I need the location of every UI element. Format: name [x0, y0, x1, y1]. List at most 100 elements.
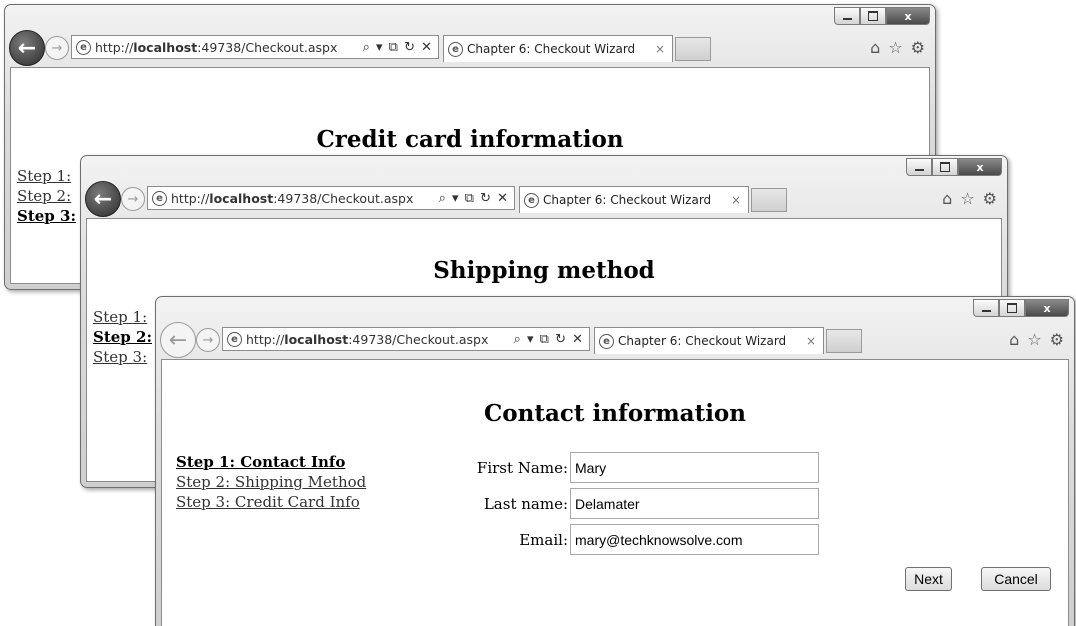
back-arrow-icon[interactable]: ←: [85, 181, 121, 217]
address-bar[interactable]: e http://localhost:49738/Checkout.aspx ⌕…: [222, 327, 590, 351]
close-window-button[interactable]: x: [1025, 299, 1069, 317]
address-tools[interactable]: ⌕ ▾ ⧉ ↻ ✕: [439, 191, 514, 206]
wizard-steps: Step 1: Step 2: Step 3:: [17, 166, 76, 226]
email-row: Email:: [438, 524, 819, 555]
page-title: Contact information: [483, 400, 746, 427]
page-content: Contact information Step 1: Contact Info…: [161, 359, 1069, 626]
maximize-button[interactable]: [999, 299, 1025, 317]
back-arrow-icon[interactable]: ←: [9, 30, 45, 66]
wizard-steps: Step 1: Step 2: Step 3:: [93, 307, 152, 367]
address-tools[interactable]: ⌕ ▾ ⧉ ↻ ✕: [363, 40, 438, 55]
ie-logo-icon: e: [76, 39, 91, 55]
close-window-button[interactable]: x: [886, 7, 930, 25]
tab-checkout-wizard[interactable]: e Chapter 6: Checkout Wizard ×: [443, 35, 673, 62]
ie-logo-icon: e: [448, 41, 463, 57]
close-window-button[interactable]: x: [958, 158, 1002, 176]
address-tools[interactable]: ⌕ ▾ ⧉ ↻ ✕: [514, 332, 589, 347]
tab-title: Chapter 6: Checkout Wizard: [543, 193, 712, 207]
new-tab-button[interactable]: [751, 188, 787, 212]
home-icon[interactable]: ⌂: [870, 38, 880, 57]
email-field[interactable]: [570, 524, 819, 555]
home-icon[interactable]: ⌂: [1009, 330, 1019, 349]
first-name-row: First Name:: [438, 452, 819, 483]
last-name-row: Last name:: [438, 488, 819, 519]
ie-logo-icon: e: [152, 190, 167, 206]
forward-arrow-icon[interactable]: →: [196, 328, 220, 352]
cancel-button[interactable]: Cancel: [981, 567, 1051, 591]
browser-navbar: ← → e http://localhost:49738/Checkout.as…: [160, 322, 1070, 358]
minimize-button[interactable]: [973, 299, 999, 317]
maximize-icon: [940, 162, 950, 172]
forward-arrow-icon[interactable]: →: [121, 187, 145, 211]
home-icon[interactable]: ⌂: [942, 189, 952, 208]
wizard-steps: Step 1: Contact Info Step 2: Shipping Me…: [176, 452, 366, 512]
star-icon[interactable]: ☆: [888, 38, 902, 57]
tab-checkout-wizard[interactable]: e Chapter 6: Checkout Wizard ×: [594, 327, 824, 354]
tab-title: Chapter 6: Checkout Wizard: [467, 42, 636, 56]
step-link-1[interactable]: Step 1:: [17, 166, 76, 186]
address-bar[interactable]: e http://localhost:49738/Checkout.aspx ⌕…: [147, 186, 515, 210]
last-name-label: Last name:: [483, 494, 568, 513]
url-prefix: http://: [171, 190, 210, 206]
url-host: localhost: [133, 39, 198, 55]
tab-checkout-wizard[interactable]: e Chapter 6: Checkout Wizard ×: [519, 186, 749, 213]
url-host: localhost: [209, 190, 274, 206]
url-prefix: http://: [246, 331, 285, 347]
browser-window-contact: x ← → e http://localhost:49738/Checkout.…: [155, 296, 1075, 626]
step-link-shipping-method[interactable]: Step 2: Shipping Method: [176, 472, 366, 492]
new-tab-button[interactable]: [826, 329, 862, 353]
close-tab-icon[interactable]: ×: [655, 42, 665, 56]
star-icon[interactable]: ☆: [960, 189, 974, 208]
email-label: Email:: [519, 530, 568, 549]
back-arrow-icon[interactable]: ←: [160, 322, 196, 358]
next-button[interactable]: Next: [905, 567, 952, 591]
maximize-icon: [868, 11, 878, 21]
ie-logo-icon: e: [599, 333, 614, 349]
gear-icon[interactable]: ⚙: [911, 38, 925, 57]
close-tab-icon[interactable]: ×: [806, 334, 816, 348]
forward-arrow-icon[interactable]: →: [45, 36, 69, 60]
window-caption-buttons: x: [973, 299, 1069, 317]
minimize-button[interactable]: [906, 158, 932, 176]
close-tab-icon[interactable]: ×: [731, 193, 741, 207]
url-rest: :49738/Checkout.aspx: [273, 190, 414, 206]
browser-toolbar-icons: ⌂ ☆ ⚙: [870, 38, 925, 57]
browser-navbar: ← → e http://localhost:49738/Checkout.as…: [85, 181, 1003, 217]
step-link-2[interactable]: Step 2:: [17, 186, 76, 206]
url-host: localhost: [284, 331, 349, 347]
window-caption-buttons: x: [834, 7, 930, 25]
step-link-contact-info[interactable]: Step 1: Contact Info: [176, 452, 366, 472]
ie-logo-icon: e: [227, 331, 242, 347]
maximize-button[interactable]: [860, 7, 886, 25]
maximize-icon: [1007, 303, 1017, 313]
browser-toolbar-icons: ⌂ ☆ ⚙: [942, 189, 997, 208]
star-icon[interactable]: ☆: [1027, 330, 1041, 349]
step-link-3[interactable]: Step 3:: [17, 206, 76, 226]
step-link-credit-card-info[interactable]: Step 3: Credit Card Info: [176, 492, 366, 512]
window-caption-buttons: x: [906, 158, 1002, 176]
step-link-1[interactable]: Step 1:: [93, 307, 152, 327]
url-prefix: http://: [95, 39, 134, 55]
first-name-field[interactable]: [570, 452, 819, 483]
minimize-icon: [842, 18, 852, 20]
tab-title: Chapter 6: Checkout Wizard: [618, 334, 787, 348]
page-title: Shipping method: [433, 257, 655, 284]
url-rest: :49738/Checkout.aspx: [348, 331, 489, 347]
minimize-icon: [914, 169, 924, 171]
address-bar[interactable]: e http://localhost:49738/Checkout.aspx ⌕…: [71, 35, 439, 59]
minimize-button[interactable]: [834, 7, 860, 25]
page-title: Credit card information: [316, 126, 624, 153]
step-link-2[interactable]: Step 2:: [93, 327, 152, 347]
new-tab-button[interactable]: [675, 37, 711, 61]
gear-icon[interactable]: ⚙: [983, 189, 997, 208]
url-rest: :49738/Checkout.aspx: [197, 39, 338, 55]
gear-icon[interactable]: ⚙: [1050, 330, 1064, 349]
ie-logo-icon: e: [524, 192, 539, 208]
maximize-button[interactable]: [932, 158, 958, 176]
browser-toolbar-icons: ⌂ ☆ ⚙: [1009, 330, 1064, 349]
browser-navbar: ← → e http://localhost:49738/Checkout.as…: [9, 30, 931, 66]
last-name-field[interactable]: [570, 488, 819, 519]
step-link-3[interactable]: Step 3:: [93, 347, 152, 367]
first-name-label: First Name:: [476, 458, 568, 477]
minimize-icon: [981, 310, 991, 312]
